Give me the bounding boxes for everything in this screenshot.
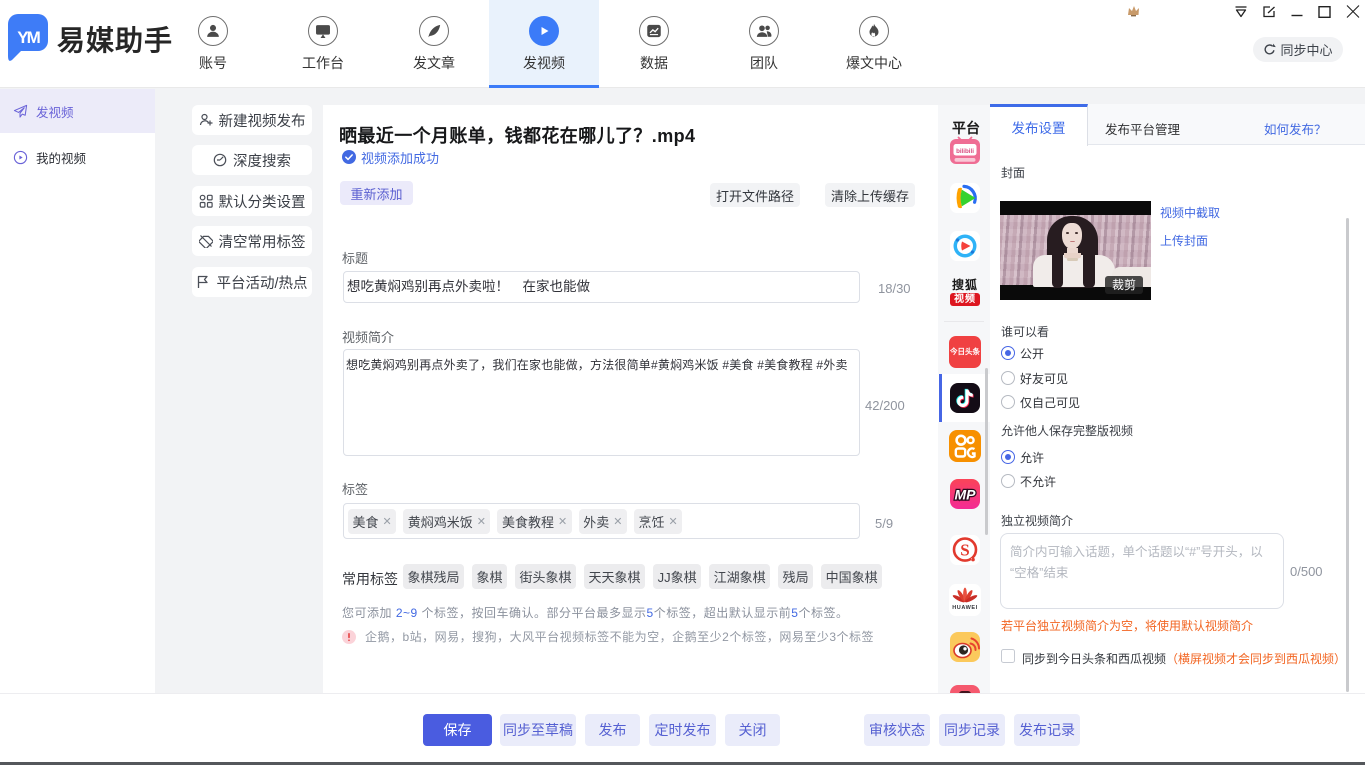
- svg-text:S: S: [960, 541, 969, 560]
- svg-text:YM: YM: [17, 28, 40, 47]
- svg-text:bilibili: bilibili: [956, 148, 974, 155]
- svg-text:MP: MP: [955, 487, 977, 503]
